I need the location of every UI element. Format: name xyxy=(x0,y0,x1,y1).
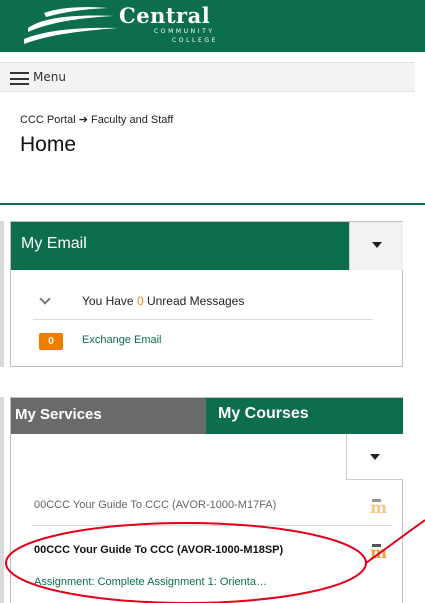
logo-subtitle-line1: COMMUNITY xyxy=(154,28,215,35)
unread-messages-text: You Have 0 Unread Messages xyxy=(82,294,245,308)
course-link[interactable]: 00CCC Your Guide To CCC (AVOR-1000-M17FA… xyxy=(34,499,276,511)
breadcrumb-root-link[interactable]: CCC Portal xyxy=(20,114,76,126)
college-logo[interactable]: Central COMMUNITY COLLEGE xyxy=(22,2,222,48)
assignment-link[interactable]: Assignment: Complete Assignment 1: Orien… xyxy=(34,576,267,588)
caret-down-icon xyxy=(372,242,382,248)
swoosh-logo-icon xyxy=(24,7,118,44)
breadcrumb-current[interactable]: Faculty and Staff xyxy=(91,114,173,126)
caret-down-icon xyxy=(370,454,380,460)
unread-count: 0 xyxy=(136,294,144,308)
left-rule xyxy=(0,221,4,367)
hamburger-icon[interactable] xyxy=(10,72,29,85)
email-widget-header: My Email xyxy=(11,222,349,270)
logo-subtitle-line2: COLLEGE xyxy=(172,37,219,44)
moodle-icon[interactable]: m xyxy=(370,498,387,517)
exchange-email-link[interactable]: Exchange Email xyxy=(82,334,162,346)
course-item[interactable]: 00CCC Your Guide To CCC (AVOR-1000-M17FA… xyxy=(31,494,393,520)
left-rule xyxy=(0,397,4,603)
menu-label[interactable]: Menu xyxy=(33,70,66,84)
arrow-right-icon: ➔ xyxy=(78,114,88,126)
courses-widget: My Services My Courses 00CCC Your Guide … xyxy=(10,397,403,603)
course-link[interactable]: 00CCC Your Guide To CCC (AVOR-1000-M18SP… xyxy=(34,544,283,556)
email-widget: My Email You Have 0 Unread Messages 0 Ex… xyxy=(10,221,403,367)
breadcrumb: CCC Portal ➔ Faculty and Staff xyxy=(20,113,173,126)
email-widget-toggle[interactable] xyxy=(349,222,403,270)
divider xyxy=(33,319,373,320)
course-item[interactable]: 00CCC Your Guide To CCC (AVOR-1000-M18SP… xyxy=(31,539,393,565)
tab-my-courses[interactable]: My Courses xyxy=(206,398,403,434)
page-divider xyxy=(0,203,425,205)
moodle-icon[interactable]: m xyxy=(370,543,387,562)
tab-my-services[interactable]: My Services xyxy=(11,398,206,434)
exchange-count-badge: 0 xyxy=(39,333,63,350)
divider xyxy=(31,525,393,526)
site-header: Central COMMUNITY COLLEGE xyxy=(0,0,425,52)
menu-bar[interactable]: Menu xyxy=(0,62,415,92)
chevron-down-icon[interactable] xyxy=(39,293,51,305)
logo-wordmark: Central xyxy=(119,3,211,28)
courses-widget-toggle[interactable] xyxy=(346,434,403,480)
email-widget-title: My Email xyxy=(21,235,87,252)
page-title: Home xyxy=(20,133,77,156)
